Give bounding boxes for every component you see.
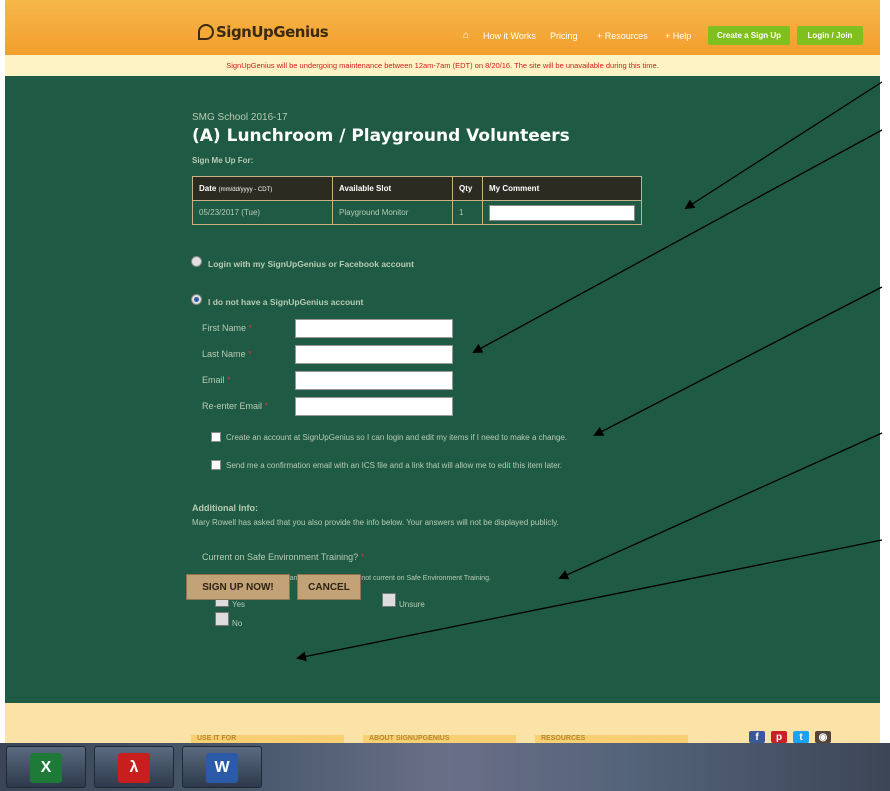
login-account-label: Login with my SignUpGenius or Facebook a… (208, 259, 414, 269)
instagram-icon[interactable]: ◉ (815, 731, 831, 743)
twitter-icon[interactable]: t (793, 731, 809, 743)
login-account-radio[interactable] (191, 256, 202, 267)
footer-use-it-for[interactable]: USE IT FOR (191, 735, 344, 743)
safe-training-question: Current on Safe Environment Training? * (202, 552, 365, 562)
acrobat-icon: λ (118, 753, 150, 783)
os-taskbar: X λ W (0, 743, 890, 791)
create-account-label: Create an account at SignUpGenius so I c… (226, 433, 568, 442)
facebook-icon[interactable]: f (749, 731, 765, 743)
table-header-row: Date (mm/dd/yyyy - CDT) Available Slot Q… (192, 176, 642, 201)
row-slot: Playground Monitor (332, 200, 453, 225)
site-header: SignUpGenius ⌂ How it Works Pricing + Re… (5, 0, 880, 55)
taskbar-acrobat-button[interactable]: λ (94, 746, 174, 788)
additional-info-heading: Additional Info: (192, 503, 258, 513)
column-qty: Qty (452, 176, 483, 201)
login-join-button[interactable]: Login / Join (797, 26, 863, 45)
row-qty: 1 (452, 200, 483, 225)
group-name: SMG School 2016-17 (192, 112, 288, 123)
no-account-label: I do not have a SignUpGenius account (208, 297, 364, 307)
answer-unsure-label: Unsure (399, 600, 425, 609)
email-label: Email * (202, 375, 231, 385)
pinterest-icon[interactable]: p (771, 731, 787, 743)
sign-up-now-button[interactable]: SIGN UP NOW! (186, 574, 290, 600)
comment-input[interactable] (489, 204, 635, 221)
slots-table: Date (mm/dd/yyyy - CDT) Available Slot Q… (192, 176, 642, 225)
column-comment: My Comment (482, 176, 642, 201)
nav-resources[interactable]: + Resources (597, 31, 648, 41)
answer-no-label: No (232, 619, 243, 628)
reenter-email-input[interactable] (295, 397, 453, 416)
first-name-input[interactable] (295, 319, 453, 338)
first-name-label: First Name * (202, 323, 253, 333)
confirmation-email-label: Send me a confirmation email with an ICS… (226, 461, 563, 470)
answer-unsure-checkbox[interactable] (382, 593, 396, 607)
cancel-button[interactable]: CANCEL (297, 574, 361, 600)
signupgenius-logo-icon (198, 24, 214, 40)
nav-help[interactable]: + Help (665, 31, 691, 41)
reenter-email-label: Re-enter Email * (202, 401, 269, 411)
column-date: Date (mm/dd/yyyy - CDT) (192, 176, 333, 201)
maintenance-notice: SignUpGenius will be undergoing maintena… (5, 55, 880, 76)
nav-how-it-works[interactable]: How it Works (483, 31, 536, 41)
create-sign-up-button[interactable]: Create a Sign Up (708, 26, 790, 45)
home-icon[interactable]: ⌂ (463, 30, 469, 41)
signup-form-panel: SMG School 2016-17 (A) Lunchroom / Playg… (5, 76, 880, 703)
sign-me-up-label: Sign Me Up For: (192, 156, 254, 165)
date-format-hint: (mm/dd/yyyy - CDT) (218, 187, 273, 193)
taskbar-word-button[interactable]: W (182, 746, 262, 788)
page-title: (A) Lunchroom / Playground Volunteers (192, 126, 570, 146)
email-input[interactable] (295, 371, 453, 390)
excel-icon: X (30, 753, 62, 783)
answer-no-checkbox[interactable] (215, 612, 229, 626)
row-date: 05/23/2017 (Tue) (192, 200, 333, 225)
confirmation-email-checkbox[interactable] (211, 460, 221, 470)
logo-text: SignUpGenius (216, 23, 329, 41)
table-row: 05/23/2017 (Tue) Playground Monitor 1 (192, 200, 642, 225)
logo[interactable]: SignUpGenius (198, 23, 329, 41)
site-footer: USE IT FOR ABOUT SIGNUPGENIUS RESOURCES … (5, 703, 880, 743)
column-slot: Available Slot (332, 176, 453, 201)
word-icon: W (206, 753, 238, 783)
taskbar-excel-button[interactable]: X (6, 746, 86, 788)
no-account-radio[interactable] (191, 294, 202, 305)
last-name-label: Last Name * (202, 349, 252, 359)
last-name-input[interactable] (295, 345, 453, 364)
create-account-checkbox[interactable] (211, 432, 221, 442)
footer-resources[interactable]: RESOURCES (535, 735, 688, 743)
footer-about[interactable]: ABOUT SIGNUPGENIUS (363, 735, 516, 743)
nav-pricing[interactable]: Pricing (550, 31, 578, 41)
additional-info-description: Mary Rowell has asked that you also prov… (192, 518, 559, 527)
answer-yes-label: Yes (232, 600, 246, 609)
